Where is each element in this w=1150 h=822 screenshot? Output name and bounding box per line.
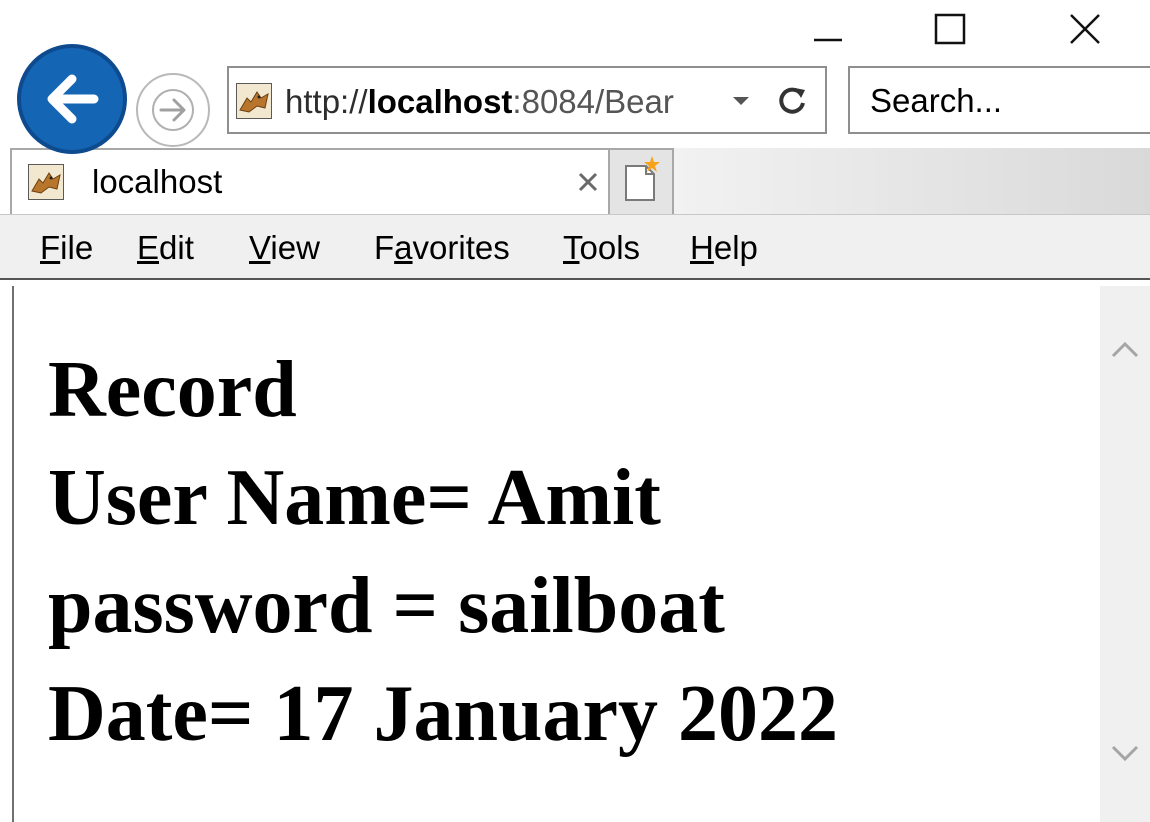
- menu-bar: File Edit View Favorites Tools Help: [0, 214, 1150, 280]
- tab-strip: localhost: [0, 148, 1150, 214]
- minimize-icon: [814, 38, 842, 42]
- back-button[interactable]: [17, 44, 127, 154]
- menu-view-label: iew: [270, 229, 320, 266]
- refresh-icon: [779, 87, 805, 114]
- scroll-up-button[interactable]: [1109, 338, 1141, 367]
- menu-file[interactable]: File: [40, 228, 93, 268]
- url-host: localhost: [367, 83, 513, 120]
- back-arrow-icon: [47, 74, 99, 124]
- new-tab-icon: [625, 156, 660, 201]
- vertical-scrollbar[interactable]: [1100, 286, 1150, 822]
- chevron-down-icon: [1111, 745, 1139, 762]
- minimize-button[interactable]: [795, 0, 861, 58]
- menu-favorites-prefix: F: [374, 229, 395, 266]
- chevron-up-icon: [1111, 341, 1139, 358]
- menu-edit-accesskey: E: [137, 229, 160, 266]
- menu-file-accesskey: F: [40, 229, 61, 266]
- url-path: :8084/Bear: [512, 83, 674, 120]
- menu-favorites[interactable]: Favorites: [374, 228, 510, 268]
- maximize-button[interactable]: [917, 0, 983, 58]
- forward-arrow-icon: [152, 89, 194, 131]
- maximize-icon: [934, 13, 966, 45]
- new-tab-button[interactable]: [610, 148, 674, 214]
- menu-tools-accesskey: T: [563, 229, 580, 266]
- forward-button[interactable]: [136, 73, 210, 147]
- search-input[interactable]: [870, 78, 1140, 124]
- tomcat-favicon-icon: [28, 164, 64, 200]
- url-scheme: http://: [285, 83, 368, 120]
- scroll-down-button[interactable]: [1109, 741, 1141, 770]
- address-dropdown-button[interactable]: [729, 92, 753, 115]
- page-content: Record User Name= Amit password = sailbo…: [12, 286, 1100, 822]
- date-line: Date= 17 January 2022: [48, 670, 838, 758]
- menu-tools[interactable]: Tools: [563, 228, 640, 268]
- tomcat-favicon-icon: [236, 83, 272, 119]
- tab-localhost[interactable]: localhost: [10, 148, 610, 214]
- close-icon: [578, 172, 598, 192]
- record-heading: Record: [48, 346, 297, 434]
- title-bar: [0, 0, 1150, 58]
- user-name-line: User Name= Amit: [48, 454, 661, 542]
- search-box[interactable]: [848, 66, 1150, 134]
- refresh-button[interactable]: [775, 84, 809, 123]
- menu-help[interactable]: Help: [690, 228, 758, 268]
- address-url[interactable]: http://localhost:8084/Bear: [285, 82, 715, 122]
- menu-help-accesskey: H: [690, 229, 714, 266]
- close-icon: [1070, 14, 1100, 44]
- record-block: Record User Name= Amit password = sailbo…: [48, 336, 838, 768]
- menu-view[interactable]: View: [249, 228, 320, 268]
- menu-file-label: ile: [60, 229, 94, 266]
- password-line: password = sailboat: [48, 562, 725, 650]
- tab-close-button[interactable]: [574, 168, 602, 201]
- menu-edit[interactable]: Edit: [137, 228, 194, 268]
- close-window-button[interactable]: [1052, 0, 1118, 58]
- menu-favorites-label: vorites: [412, 229, 510, 266]
- menu-help-label: elp: [713, 229, 758, 266]
- tab-label: localhost: [92, 163, 223, 200]
- menu-edit-label: dit: [159, 229, 194, 266]
- menu-tools-label: ools: [579, 229, 641, 266]
- chevron-down-icon: [733, 97, 749, 105]
- menu-favorites-accesskey: a: [394, 229, 413, 266]
- menu-view-accesskey: V: [249, 229, 271, 266]
- address-bar[interactable]: http://localhost:8084/Bear: [227, 66, 827, 134]
